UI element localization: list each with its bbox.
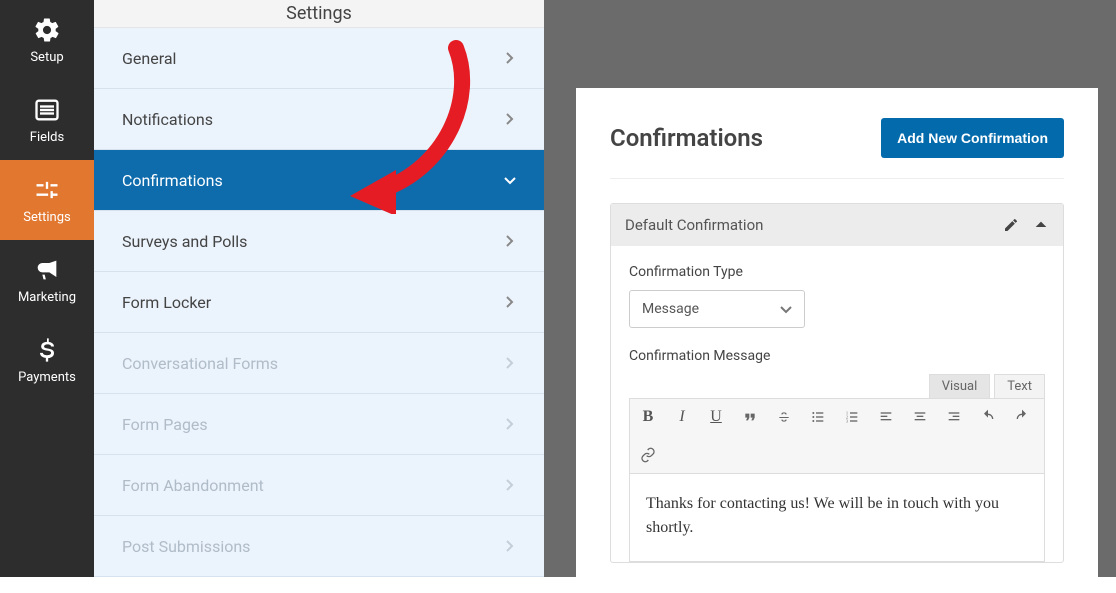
nav-label: Marketing xyxy=(18,290,76,305)
settings-row-surveys[interactable]: Surveys and Polls xyxy=(94,211,544,272)
dollar-icon xyxy=(33,336,61,364)
panel-title: Confirmations xyxy=(610,124,763,152)
settings-row-abandonment[interactable]: Form Abandonment xyxy=(94,455,544,516)
strike-button[interactable] xyxy=(774,405,794,429)
chevron-right-icon xyxy=(504,296,516,308)
settings-row-formpages[interactable]: Form Pages xyxy=(94,394,544,455)
nav-label: Setup xyxy=(30,50,63,65)
confirmation-box-header: Default Confirmation xyxy=(611,204,1063,246)
row-label: Form Locker xyxy=(122,293,211,312)
align-left-button[interactable] xyxy=(876,405,896,429)
nav-fields[interactable]: Fields xyxy=(0,80,94,160)
nav-payments[interactable]: Payments xyxy=(0,320,94,400)
settings-row-postsubmissions[interactable]: Post Submissions xyxy=(94,516,544,577)
chevron-right-icon xyxy=(504,479,516,491)
row-label: Surveys and Polls xyxy=(122,232,247,251)
row-label: Conversational Forms xyxy=(122,354,278,373)
editor-toolbar: B I U 123 xyxy=(629,398,1045,474)
collapse-icon[interactable] xyxy=(1033,217,1049,233)
settings-list: General Notifications Confirmations Surv… xyxy=(94,28,544,577)
add-new-confirmation-button[interactable]: Add New Confirmation xyxy=(881,118,1064,158)
nav-label: Payments xyxy=(18,370,76,385)
ul-button[interactable] xyxy=(808,405,828,429)
chevron-right-icon xyxy=(504,52,516,64)
chevron-right-icon xyxy=(504,357,516,369)
underline-button[interactable]: U xyxy=(706,405,726,429)
settings-row-confirmations[interactable]: Confirmations xyxy=(94,150,544,211)
align-right-button[interactable] xyxy=(944,405,964,429)
ol-button[interactable]: 123 xyxy=(842,405,862,429)
nav-label: Fields xyxy=(30,130,64,145)
confirmation-type-select[interactable]: Message xyxy=(629,290,805,328)
chevron-right-icon xyxy=(504,113,516,125)
bullhorn-icon xyxy=(33,256,61,284)
chevron-right-icon xyxy=(504,235,516,247)
chevron-down-icon xyxy=(780,303,792,315)
nav-marketing[interactable]: Marketing xyxy=(0,240,94,320)
chevron-right-icon xyxy=(504,540,516,552)
svg-text:3: 3 xyxy=(846,418,848,423)
main-nav: Setup Fields Settings Marketing Payments xyxy=(0,0,94,577)
italic-button[interactable]: I xyxy=(672,405,692,429)
settings-row-notifications[interactable]: Notifications xyxy=(94,89,544,150)
editor-content[interactable]: Thanks for contacting us! We will be in … xyxy=(629,474,1045,562)
panel-backdrop: Confirmations Add New Confirmation Defau… xyxy=(544,0,1116,577)
edit-icon[interactable] xyxy=(1003,217,1019,233)
settings-header: Settings xyxy=(94,0,544,28)
nav-label: Settings xyxy=(23,210,70,225)
select-value: Message xyxy=(642,301,699,317)
confirmations-panel: Confirmations Add New Confirmation Defau… xyxy=(576,88,1098,593)
editor-tab-text[interactable]: Text xyxy=(994,374,1045,398)
align-center-button[interactable] xyxy=(910,405,930,429)
settings-row-conversational[interactable]: Conversational Forms xyxy=(94,333,544,394)
editor-tab-visual[interactable]: Visual xyxy=(929,374,991,398)
row-label: Notifications xyxy=(122,110,213,129)
settings-row-general[interactable]: General xyxy=(94,28,544,89)
list-icon xyxy=(33,96,61,124)
row-label: Confirmations xyxy=(122,171,223,190)
row-label: Form Pages xyxy=(122,415,208,434)
confirmation-name: Default Confirmation xyxy=(625,216,763,234)
nav-settings[interactable]: Settings xyxy=(0,160,94,240)
confirmation-message-label: Confirmation Message xyxy=(629,348,1045,364)
chevron-down-icon xyxy=(504,174,516,186)
row-label: Post Submissions xyxy=(122,537,250,556)
redo-button[interactable] xyxy=(1012,405,1032,429)
gear-icon xyxy=(33,16,61,44)
confirmation-type-label: Confirmation Type xyxy=(629,264,1045,280)
quote-button[interactable] xyxy=(740,405,760,429)
undo-button[interactable] xyxy=(978,405,998,429)
row-label: Form Abandonment xyxy=(122,476,264,495)
settings-row-formlocker[interactable]: Form Locker xyxy=(94,272,544,333)
bold-button[interactable]: B xyxy=(638,405,658,429)
sliders-icon xyxy=(33,176,61,204)
nav-setup[interactable]: Setup xyxy=(0,0,94,80)
row-label: General xyxy=(122,49,176,68)
link-button[interactable] xyxy=(638,443,658,467)
settings-title: Settings xyxy=(286,3,352,24)
editor-wrap: Visual Text B I U 123 xyxy=(629,374,1045,562)
confirmation-box: Default Confirmation Confirmation Type M… xyxy=(610,203,1064,563)
chevron-right-icon xyxy=(504,418,516,430)
